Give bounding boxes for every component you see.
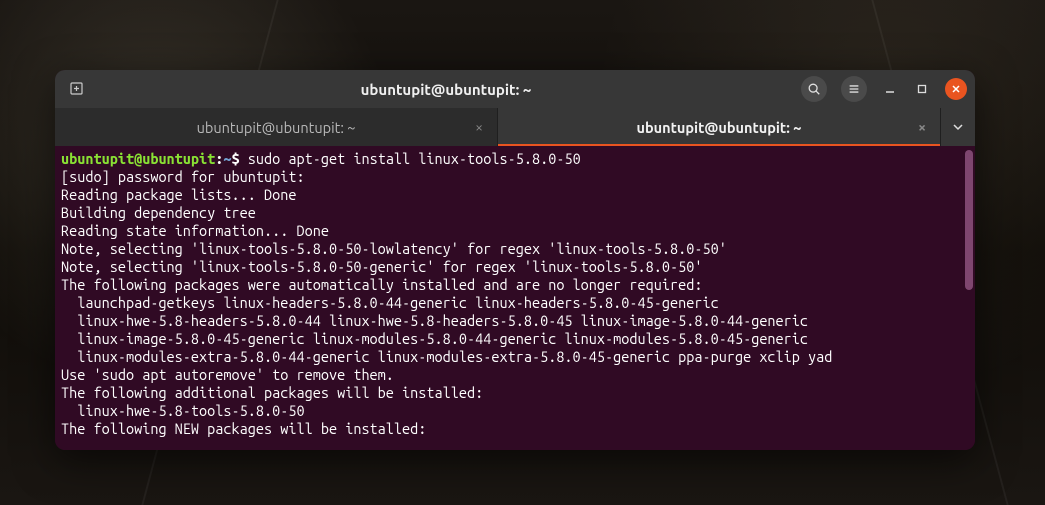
output-line: linux-image-5.8.0-45-generic linux-modul…: [61, 330, 969, 348]
close-button[interactable]: [945, 78, 967, 100]
chevron-down-icon: [952, 121, 964, 133]
menu-button[interactable]: [841, 76, 867, 102]
hamburger-icon: [847, 82, 861, 96]
output-line: Building dependency tree: [61, 204, 969, 222]
new-tab-icon: [69, 81, 85, 97]
minimize-button[interactable]: [881, 80, 899, 98]
search-icon: [807, 82, 821, 96]
terminal-body[interactable]: ubuntupit@ubuntupit:~$ sudo apt-get inst…: [55, 146, 975, 450]
tab-close-button[interactable]: ×: [475, 119, 483, 135]
search-button[interactable]: [801, 76, 827, 102]
close-icon: [951, 84, 961, 94]
terminal-window: ubuntupit@ubuntupit: ~: [55, 70, 975, 450]
titlebar-actions: [801, 76, 967, 102]
tab-close-button[interactable]: ×: [918, 119, 926, 135]
output-line: launchpad-getkeys linux-headers-5.8.0-44…: [61, 294, 969, 312]
tab-label: ubuntupit@ubuntupit: ~: [197, 119, 356, 136]
output-line: linux-hwe-5.8-tools-5.8.0-50: [61, 402, 969, 420]
window-title: ubuntupit@ubuntupit: ~: [99, 81, 793, 98]
output-line: Reading package lists... Done: [61, 186, 969, 204]
output-line: linux-hwe-5.8-headers-5.8.0-44 linux-hwe…: [61, 312, 969, 330]
prompt-line: ubuntupit@ubuntupit:~$ sudo apt-get inst…: [61, 150, 969, 168]
output-line: linux-modules-extra-5.8.0-44-generic lin…: [61, 348, 969, 366]
output-line: The following additional packages will b…: [61, 384, 969, 402]
tab-inactive[interactable]: ubuntupit@ubuntupit: ~ ×: [55, 108, 498, 146]
new-tab-button[interactable]: [63, 75, 91, 103]
maximize-button[interactable]: [913, 80, 931, 98]
prompt-user-host: ubuntupit@ubuntupit: [61, 150, 215, 167]
titlebar: ubuntupit@ubuntupit: ~: [55, 70, 975, 108]
command-text: sudo apt-get install linux-tools-5.8.0-5…: [240, 150, 581, 167]
output-line: Reading state information... Done: [61, 222, 969, 240]
maximize-icon: [916, 83, 928, 95]
minimize-icon: [884, 83, 896, 95]
prompt-dollar: $: [232, 150, 240, 167]
prompt-path: ~: [223, 150, 231, 167]
output-line: The following packages were automaticall…: [61, 276, 969, 294]
output-line: Note, selecting 'linux-tools-5.8.0-50-ge…: [61, 258, 969, 276]
output-line: [sudo] password for ubuntupit:: [61, 168, 969, 186]
output-line: Note, selecting 'linux-tools-5.8.0-50-lo…: [61, 240, 969, 258]
tab-bar: ubuntupit@ubuntupit: ~ × ubuntupit@ubunt…: [55, 108, 975, 146]
output-line: Use 'sudo apt autoremove' to remove them…: [61, 366, 969, 384]
terminal-output: [sudo] password for ubuntupit:Reading pa…: [61, 168, 969, 438]
tab-label: ubuntupit@ubuntupit: ~: [637, 119, 802, 136]
scrollbar-thumb[interactable]: [965, 150, 973, 290]
tabs-dropdown-button[interactable]: [941, 108, 975, 146]
output-line: The following NEW packages will be insta…: [61, 420, 969, 438]
tab-active[interactable]: ubuntupit@ubuntupit: ~ ×: [498, 108, 941, 146]
